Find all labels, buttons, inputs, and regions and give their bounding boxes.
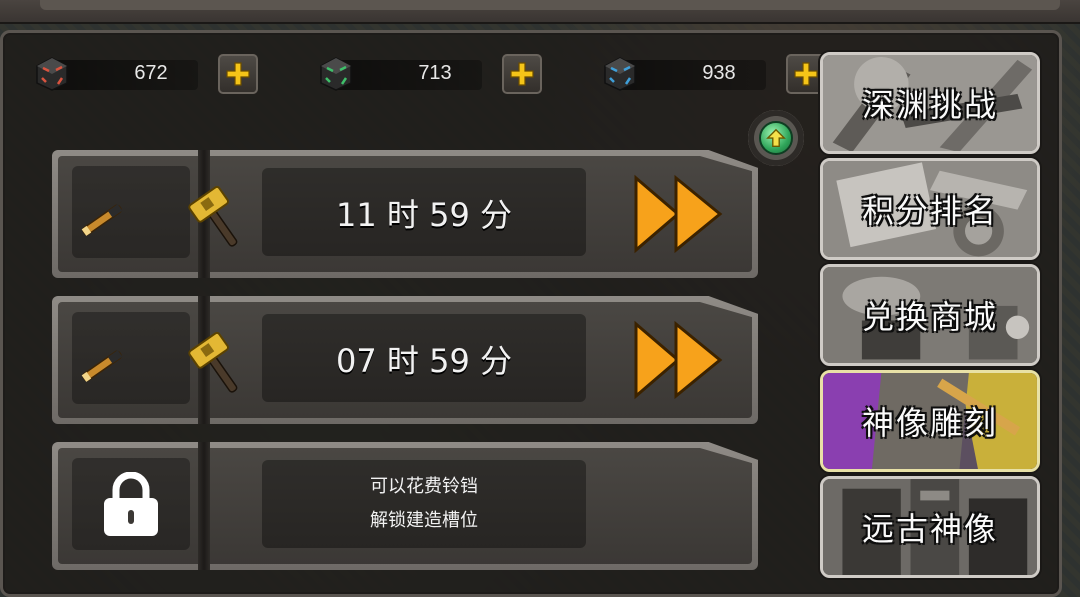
menu-score-ranking[interactable]: 积分排名 — [820, 158, 1040, 260]
menu-label: 深渊挑战 — [861, 86, 998, 124]
currency-amount: 713 — [418, 62, 452, 84]
slot-timer: 11 时 59 分 — [336, 196, 512, 234]
top-frame — [0, 0, 1080, 24]
plus-icon — [510, 62, 534, 86]
menu-label: 兑换商城 — [861, 298, 998, 336]
currency-amount: 672 — [134, 62, 168, 84]
menu-statue-carving[interactable]: 神像雕刻 — [820, 370, 1040, 472]
blue-cube-icon — [604, 57, 636, 91]
add-currency-button[interactable] — [218, 54, 258, 94]
red-cube-icon — [36, 57, 68, 91]
unlock-hint: 可以花费铃铛 解锁建造槽位 — [262, 470, 586, 538]
up-arrow-icon — [766, 128, 786, 147]
menu-label: 神像雕刻 — [861, 404, 998, 442]
speedup-button[interactable] — [632, 174, 728, 254]
build-slot-1: 11 时 59 分 — [52, 150, 758, 278]
unlock-hint-line: 解锁建造槽位 — [370, 510, 478, 531]
upgrade-button[interactable] — [748, 110, 804, 166]
slot-divider — [198, 442, 210, 570]
menu-label: 积分排名 — [861, 192, 998, 230]
chisel-icon — [81, 350, 123, 382]
hammer-icon — [188, 332, 238, 393]
menu-exchange-shop[interactable]: 兑换商城 — [820, 264, 1040, 366]
unlock-hint-line: 可以花费铃铛 — [370, 476, 478, 497]
menu-label: 远古神像 — [861, 510, 998, 548]
plus-icon — [794, 62, 818, 86]
speedup-button[interactable] — [632, 320, 728, 400]
currency-amount: 938 — [702, 62, 736, 84]
lock-icon — [104, 472, 158, 536]
build-slot-locked[interactable]: 可以花费铃铛 解锁建造槽位 — [52, 442, 758, 570]
plus-icon — [226, 62, 250, 86]
green-cube-icon — [320, 57, 352, 91]
add-currency-button[interactable] — [502, 54, 542, 94]
slot-timer: 07 时 59 分 — [336, 342, 512, 380]
menu-abyss-challenge[interactable]: 深渊挑战 — [820, 52, 1040, 154]
hammer-icon — [188, 186, 238, 247]
build-slot-2: 07 时 59 分 — [52, 296, 758, 424]
chisel-icon — [81, 204, 123, 236]
menu-ancient-statue[interactable]: 远古神像 — [820, 476, 1040, 578]
